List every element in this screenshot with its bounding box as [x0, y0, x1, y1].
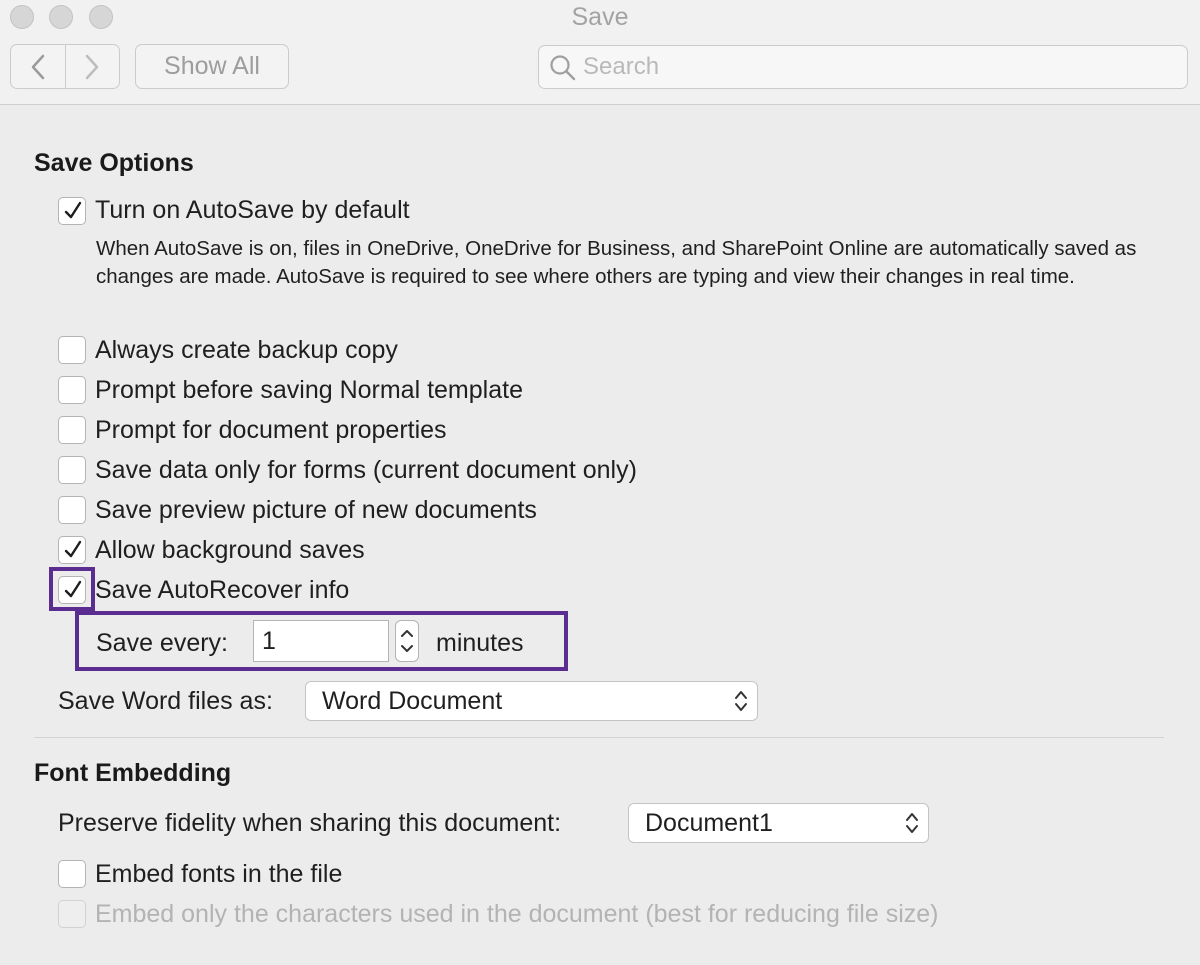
- window-title: Save: [571, 3, 629, 31]
- autosave-checkbox[interactable]: [58, 197, 86, 225]
- preserve-fidelity-value: Document1: [645, 809, 773, 837]
- autosave-description: When AutoSave is on, files in OneDrive, …: [96, 237, 1137, 288]
- navigation-buttons: [10, 44, 120, 89]
- prompt-document-properties-checkbox[interactable]: [58, 416, 86, 444]
- save-every-minutes-input[interactable]: 1: [253, 620, 389, 662]
- chevron-left-icon: [31, 54, 44, 79]
- updown-chevron-icon: [735, 691, 747, 711]
- prompt-normal-template-label: Prompt before saving Normal template: [95, 376, 523, 404]
- stepper-arrows-icon: [401, 630, 413, 652]
- preserve-fidelity-label: Preserve fidelity when sharing this docu…: [58, 809, 562, 837]
- save-forms-data-checkbox[interactable]: [58, 456, 86, 484]
- prompt-document-properties-label: Prompt for document properties: [95, 416, 447, 444]
- embed-fonts-checkbox[interactable]: [58, 860, 86, 888]
- preserve-fidelity-select[interactable]: Document1: [628, 803, 929, 843]
- search-field[interactable]: [538, 45, 1188, 89]
- title-bar: Save Show All: [0, 0, 1200, 105]
- search-input[interactable]: [583, 52, 1173, 82]
- minutes-unit-label: minutes: [436, 629, 524, 657]
- embed-only-used-characters-label: Embed only the characters used in the do…: [95, 900, 939, 928]
- embed-fonts-label: Embed fonts in the file: [95, 860, 343, 888]
- checkmark-icon: [64, 201, 82, 219]
- save-word-files-label: Save Word files as:: [58, 687, 273, 715]
- save-options-heading: Save Options: [34, 149, 194, 177]
- save-word-files-select[interactable]: Word Document: [305, 681, 758, 721]
- save-every-stepper[interactable]: [395, 620, 419, 662]
- backup-copy-label: Always create backup copy: [95, 336, 398, 364]
- save-word-files-value: Word Document: [322, 687, 503, 715]
- forward-button[interactable]: [64, 45, 120, 88]
- checkmark-icon: [64, 540, 82, 558]
- back-button[interactable]: [11, 45, 65, 88]
- updown-chevron-icon: [906, 813, 918, 833]
- font-embedding-heading: Font Embedding: [34, 759, 232, 787]
- save-preview-picture-label: Save preview picture of new documents: [95, 496, 537, 524]
- prompt-normal-template-checkbox[interactable]: [58, 376, 86, 404]
- embed-only-used-characters-checkbox: [58, 900, 86, 928]
- checkmark-icon: [64, 580, 82, 598]
- autosave-label: Turn on AutoSave by default: [95, 196, 410, 224]
- save-every-label: Save every:: [96, 629, 229, 657]
- backup-copy-checkbox[interactable]: [58, 336, 86, 364]
- save-forms-data-label: Save data only for forms (current docume…: [95, 456, 637, 484]
- autorecover-label: Save AutoRecover info: [95, 576, 350, 604]
- show-all-button[interactable]: Show All: [135, 44, 289, 89]
- chevron-right-icon: [86, 54, 99, 79]
- autorecover-checkbox[interactable]: [58, 576, 86, 604]
- save-preview-picture-checkbox[interactable]: [58, 496, 86, 524]
- search-icon: [550, 55, 576, 81]
- section-divider: [34, 737, 1164, 738]
- background-saves-label: Allow background saves: [95, 536, 365, 564]
- background-saves-checkbox[interactable]: [58, 536, 86, 564]
